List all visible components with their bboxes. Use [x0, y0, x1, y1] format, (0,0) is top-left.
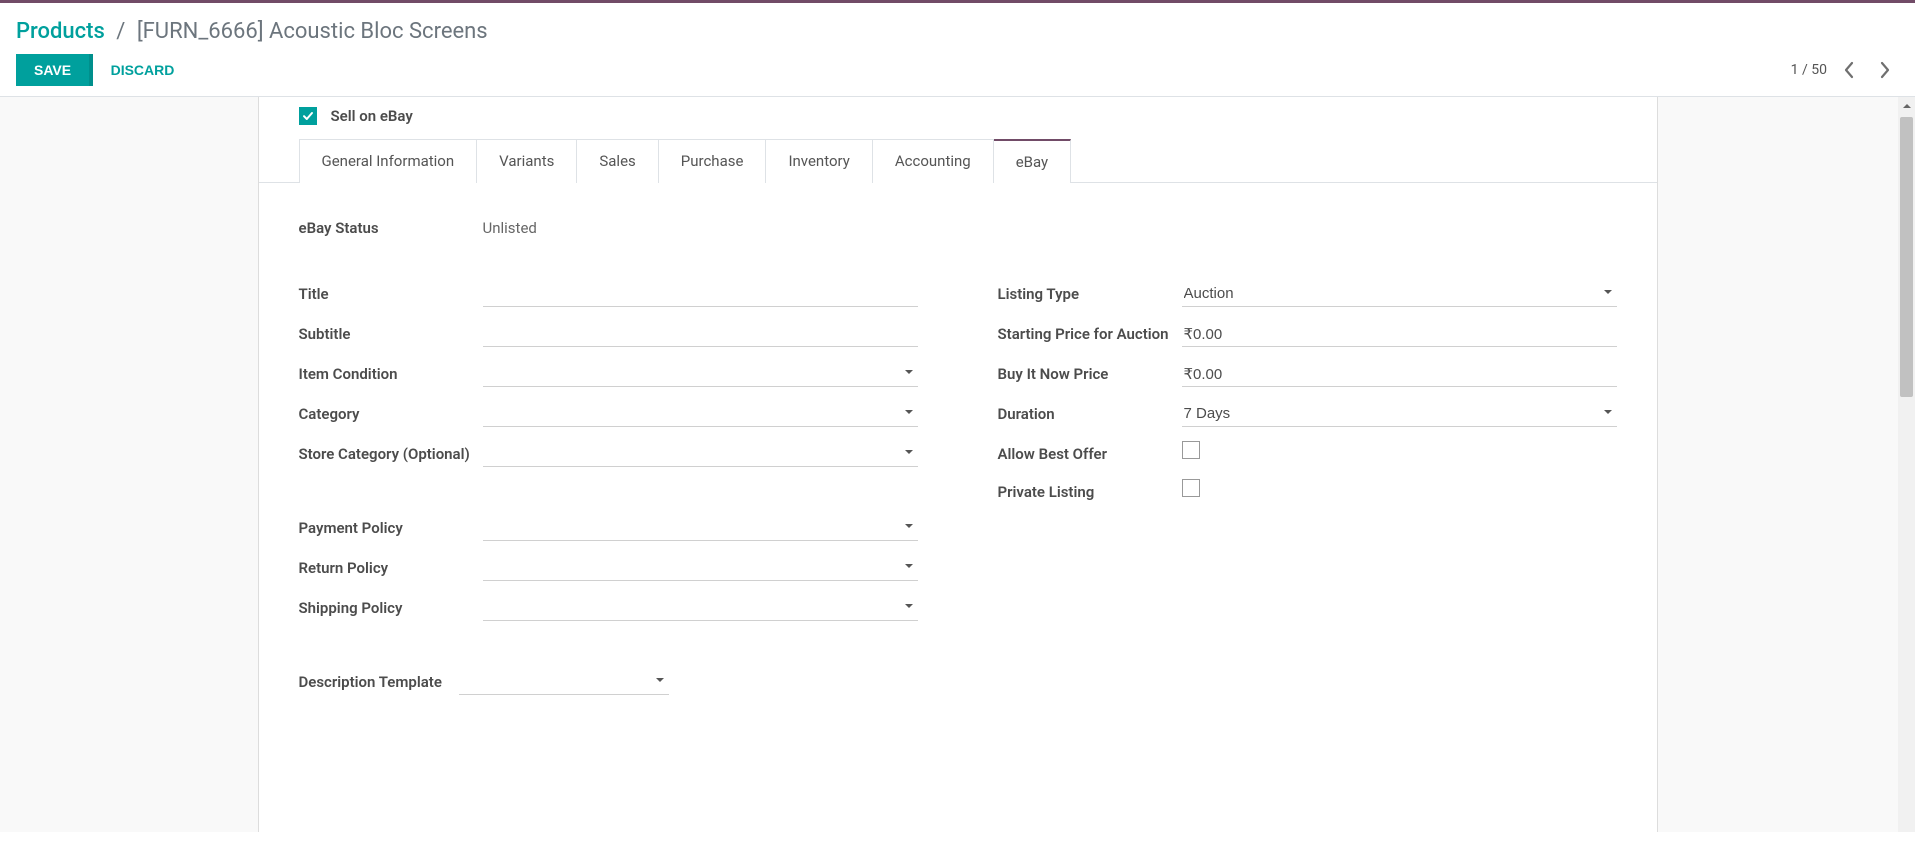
scrollbar-thumb[interactable] [1900, 117, 1913, 397]
pager-prev-button[interactable] [1835, 56, 1863, 84]
sell-on-ebay-checkbox[interactable] [299, 107, 317, 125]
private-listing-checkbox[interactable] [1182, 479, 1200, 497]
tab-accounting[interactable]: Accounting [873, 139, 994, 183]
starting-price-label: Starting Price for Auction [998, 321, 1182, 345]
private-listing-label: Private Listing [998, 479, 1182, 503]
subtitle-label: Subtitle [299, 321, 483, 345]
tab-ebay[interactable]: eBay [994, 139, 1071, 183]
tab-bar: General Information Variants Sales Purch… [259, 139, 1657, 183]
payment-policy-select[interactable] [483, 515, 918, 541]
tab-sales[interactable]: Sales [577, 139, 658, 183]
breadcrumb: Products / [FURN_6666] Acoustic Bloc Scr… [16, 13, 1899, 54]
breadcrumb-root-link[interactable]: Products [16, 19, 105, 44]
save-button[interactable]: SAVE [16, 54, 93, 86]
scrollbar-track[interactable] [1898, 97, 1915, 832]
item-condition-select[interactable] [483, 361, 918, 387]
payment-policy-label: Payment Policy [299, 515, 483, 539]
tab-variants[interactable]: Variants [477, 139, 577, 183]
discard-button[interactable]: DISCARD [97, 54, 189, 86]
starting-price-input[interactable] [1182, 321, 1617, 347]
title-input[interactable] [483, 281, 918, 307]
tab-inventory[interactable]: Inventory [766, 139, 872, 183]
allow-best-offer-checkbox[interactable] [1182, 441, 1200, 459]
store-category-select[interactable] [483, 441, 918, 467]
tab-purchase[interactable]: Purchase [659, 139, 767, 183]
breadcrumb-current: [FURN_6666] Acoustic Bloc Screens [137, 19, 488, 44]
listing-type-label: Listing Type [998, 281, 1182, 305]
duration-select[interactable] [1182, 401, 1617, 427]
tab-general-information[interactable]: General Information [299, 139, 478, 183]
buy-now-label: Buy It Now Price [998, 361, 1182, 385]
scroll-up-icon [1898, 97, 1915, 114]
description-template-select[interactable] [459, 669, 669, 695]
pager-text: 1 / 50 [1791, 62, 1827, 78]
subtitle-input[interactable] [483, 321, 918, 347]
item-condition-label: Item Condition [299, 361, 483, 385]
pager: 1 / 50 [1791, 56, 1899, 84]
sell-on-ebay-label: Sell on eBay [331, 107, 413, 125]
ebay-status-label: eBay Status [299, 219, 483, 237]
form-sheet: Sell on eBay General Information Variant… [258, 97, 1658, 832]
shipping-policy-label: Shipping Policy [299, 595, 483, 619]
return-policy-label: Return Policy [299, 555, 483, 579]
pager-next-button[interactable] [1871, 56, 1899, 84]
duration-label: Duration [998, 401, 1182, 425]
title-label: Title [299, 281, 483, 305]
category-select[interactable] [483, 401, 918, 427]
store-category-label: Store Category (Optional) [299, 441, 483, 465]
shipping-policy-select[interactable] [483, 595, 918, 621]
buy-now-input[interactable] [1182, 361, 1617, 387]
category-label: Category [299, 401, 483, 425]
description-template-label: Description Template [299, 669, 459, 693]
ebay-status-value: Unlisted [483, 219, 537, 237]
listing-type-select[interactable] [1182, 281, 1617, 307]
return-policy-select[interactable] [483, 555, 918, 581]
allow-best-offer-label: Allow Best Offer [998, 441, 1182, 465]
